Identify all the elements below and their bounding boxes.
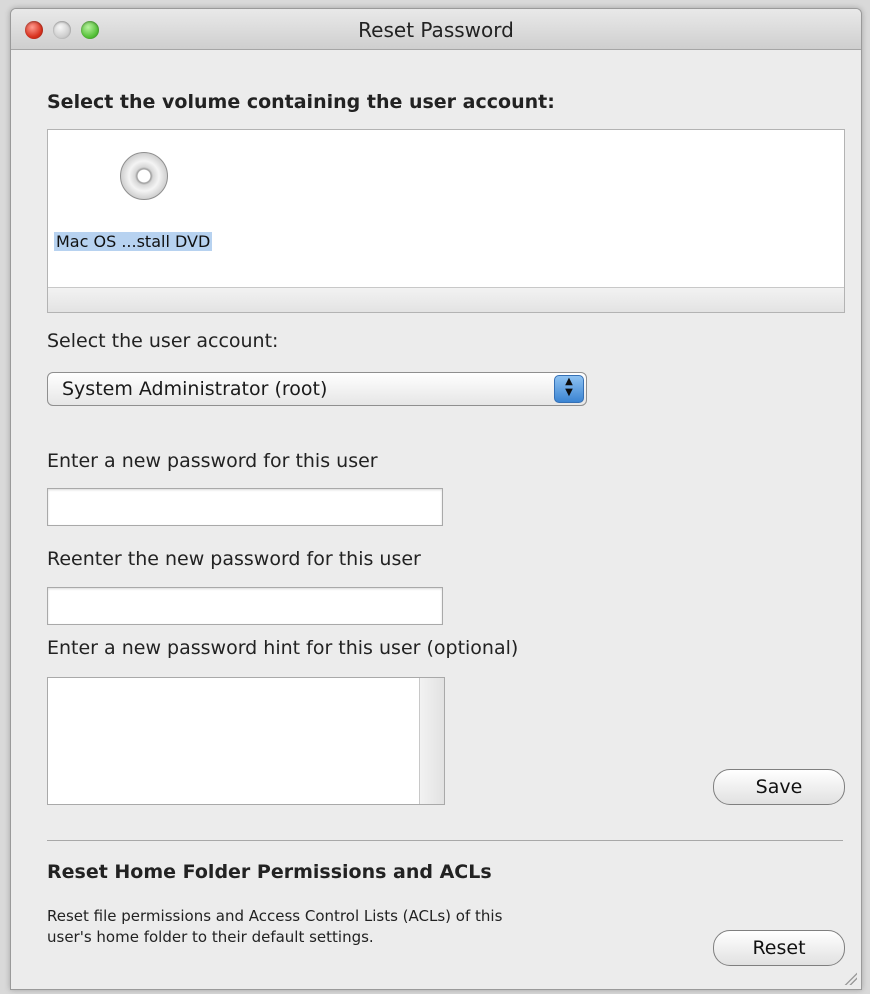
user-account-popup[interactable]: System Administrator (root) ▲ ▼	[47, 372, 587, 406]
title-bar[interactable]: Reset Password	[11, 9, 861, 50]
password-hint-textarea[interactable]	[47, 677, 445, 805]
volume-list[interactable]: Mac OS ...stall DVD	[47, 129, 845, 313]
permissions-description: Reset file permissions and Access Contro…	[47, 906, 667, 948]
permissions-section-heading: Reset Home Folder Permissions and ACLs	[47, 861, 492, 883]
resize-grip-icon[interactable]	[843, 971, 857, 985]
window-title: Reset Password	[358, 18, 514, 42]
new-password-label: Enter a new password for this user	[47, 450, 378, 472]
volume-item-label[interactable]: Mac OS ...stall DVD	[54, 232, 213, 251]
reenter-password-label: Reenter the new password for this user	[47, 548, 421, 570]
section-divider	[47, 840, 843, 841]
permissions-description-line-2: user's home folder to their default sett…	[47, 928, 374, 946]
vertical-scrollbar[interactable]	[419, 678, 444, 804]
reset-password-window: Reset Password Select the volume contain…	[10, 8, 862, 990]
reenter-password-field[interactable]	[47, 587, 443, 625]
volume-section-heading: Select the volume containing the user ac…	[47, 91, 555, 113]
user-account-label: Select the user account:	[47, 330, 279, 352]
permissions-description-line-1: Reset file permissions and Access Contro…	[47, 907, 503, 925]
password-hint-label: Enter a new password hint for this user …	[47, 637, 519, 659]
user-account-selected-value: System Administrator (root)	[62, 378, 328, 400]
reset-button[interactable]: Reset	[713, 930, 845, 966]
popup-up-down-arrows-icon[interactable]: ▲ ▼	[554, 375, 584, 403]
save-button[interactable]: Save	[713, 769, 845, 805]
horizontal-scrollbar[interactable]	[48, 287, 844, 312]
new-password-field[interactable]	[47, 488, 443, 526]
dvd-disc-icon[interactable]	[120, 152, 168, 200]
